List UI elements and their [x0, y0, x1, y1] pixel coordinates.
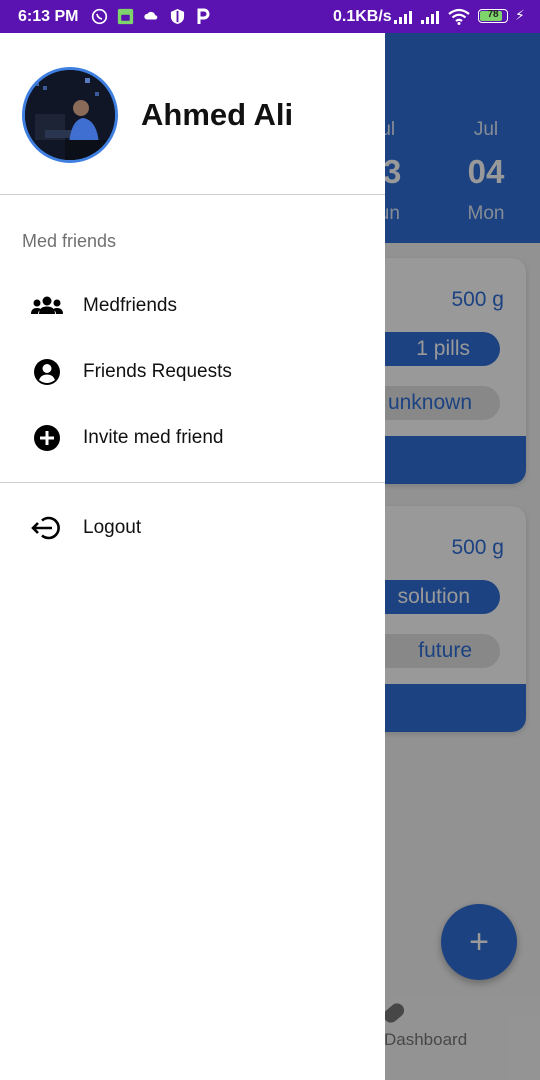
status-time: 6:13 PM — [18, 8, 79, 25]
user-name: Ahmed Ali — [141, 97, 294, 132]
menu-item-label: Medfriends — [83, 295, 177, 316]
logout-button[interactable]: Logout — [0, 500, 385, 556]
signal-icon — [421, 11, 439, 24]
navigation-drawer: Ahmed Ali Med friends Medfriends Friends… — [0, 33, 385, 1080]
android-icon — [116, 7, 134, 25]
battery-icon: 78 — [478, 9, 508, 23]
wifi-icon — [448, 8, 470, 25]
avatar[interactable] — [22, 67, 118, 163]
divider — [0, 194, 385, 195]
section-label: Med friends — [22, 231, 117, 251]
menu-item-friends-requests[interactable]: Friends Requests — [0, 344, 385, 400]
p-icon — [194, 7, 212, 25]
menu-item-medfriends[interactable]: Medfriends — [0, 278, 385, 334]
account-circle-icon — [30, 355, 64, 389]
logout-icon — [30, 511, 64, 545]
logout-label: Logout — [83, 517, 142, 538]
group-icon — [30, 289, 64, 323]
add-circle-icon — [30, 421, 64, 455]
shield-icon — [168, 7, 186, 25]
whatsapp-icon — [90, 7, 108, 25]
menu-item-label: Invite med friend — [83, 427, 224, 448]
network-speed: 0.1KB/s — [333, 8, 392, 25]
status-bar: 6:13 PM 0.1KB/s 78 ⚡ — [0, 0, 540, 33]
menu-item-invite-med-friend[interactable]: Invite med friend — [0, 410, 385, 466]
cloud-icon — [142, 7, 160, 25]
charging-icon: ⚡ — [515, 7, 525, 23]
menu-item-label: Friends Requests — [83, 361, 232, 382]
signal-icon — [394, 11, 412, 24]
battery-level: 78 — [487, 9, 499, 20]
divider — [0, 482, 385, 483]
